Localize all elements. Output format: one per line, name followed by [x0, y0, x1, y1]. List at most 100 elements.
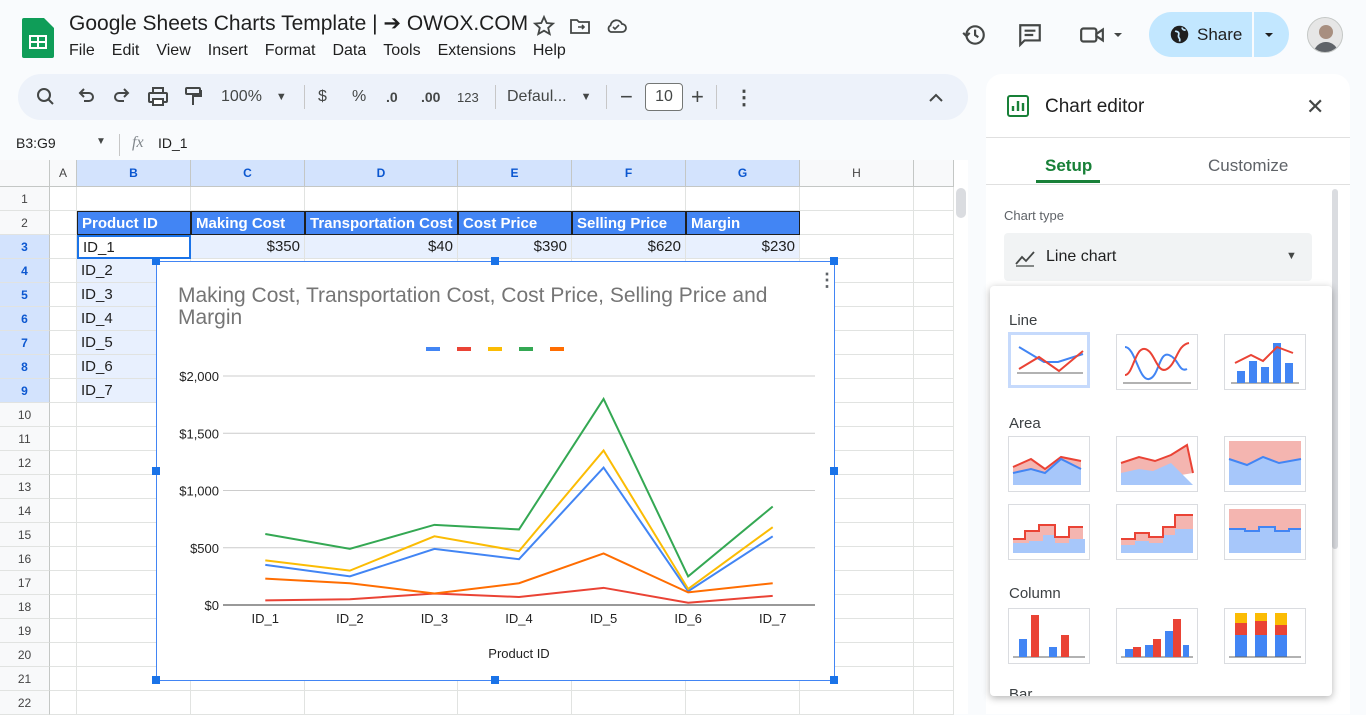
chevron-down-icon[interactable]: [1112, 29, 1124, 41]
combo-chart-option[interactable]: [1224, 334, 1306, 390]
legend-swatch[interactable]: [488, 347, 502, 351]
header-making-cost[interactable]: Making Cost: [191, 211, 305, 235]
cell-e3[interactable]: $390: [458, 235, 572, 259]
resize-handle[interactable]: [830, 467, 838, 475]
sheets-logo-icon[interactable]: [22, 18, 54, 58]
column-header-g[interactable]: G: [686, 160, 800, 187]
column-chart-option[interactable]: [1008, 608, 1090, 664]
row-header-1[interactable]: 1: [0, 187, 50, 211]
header-product-id[interactable]: Product ID: [77, 211, 191, 235]
line-chart-option[interactable]: [1008, 332, 1090, 388]
resize-handle[interactable]: [491, 257, 499, 265]
redo-icon[interactable]: [113, 74, 131, 120]
cloud-status-icon[interactable]: [604, 14, 628, 38]
menu-format[interactable]: Format: [265, 42, 316, 60]
cell-b3[interactable]: ID_1: [77, 235, 191, 259]
menu-extensions[interactable]: Extensions: [438, 42, 516, 60]
number-format-button[interactable]: 123: [457, 74, 479, 120]
row-header-21[interactable]: 21: [0, 667, 50, 691]
column-header-a[interactable]: A: [50, 160, 77, 187]
menu-data[interactable]: Data: [332, 42, 366, 60]
search-menus-icon[interactable]: [36, 74, 56, 120]
menu-edit[interactable]: Edit: [112, 42, 140, 60]
full-stepped-area-option[interactable]: [1224, 504, 1306, 560]
increase-decimal-button[interactable]: .00: [421, 74, 440, 120]
column-header-h[interactable]: H: [800, 160, 914, 187]
row-header-17[interactable]: 17: [0, 571, 50, 595]
close-icon[interactable]: ✕: [1306, 94, 1324, 120]
cell-b8[interactable]: ID_6: [77, 355, 157, 379]
row-header-8[interactable]: 8: [0, 355, 50, 379]
tab-customize[interactable]: Customize: [1208, 156, 1288, 176]
area-chart-option[interactable]: [1008, 436, 1090, 492]
resize-handle[interactable]: [152, 676, 160, 684]
increase-font-size-icon[interactable]: +: [691, 74, 704, 120]
series-line-2[interactable]: [265, 586, 773, 604]
print-icon[interactable]: [147, 74, 169, 120]
zoom-select[interactable]: 100% ▼: [221, 74, 287, 120]
more-options-icon[interactable]: ⋮: [734, 74, 754, 120]
cell-d3[interactable]: $40: [305, 235, 458, 259]
font-select[interactable]: Defaul... ▼: [507, 74, 591, 120]
decrease-decimal-button[interactable]: .0: [386, 74, 398, 120]
menu-help[interactable]: Help: [533, 42, 566, 60]
row-header-7[interactable]: 7: [0, 331, 50, 355]
row-header-9[interactable]: 9: [0, 379, 50, 403]
row-header-16[interactable]: 16: [0, 547, 50, 571]
full-stacked-column-option[interactable]: [1224, 608, 1306, 664]
paint-format-icon[interactable]: [183, 74, 203, 120]
row-header-13[interactable]: 13: [0, 475, 50, 499]
row-header-15[interactable]: 15: [0, 523, 50, 547]
cell-b6[interactable]: ID_4: [77, 307, 157, 331]
percent-format-button[interactable]: %: [352, 74, 366, 120]
move-folder-icon[interactable]: [568, 14, 592, 38]
row-header-18[interactable]: 18: [0, 595, 50, 619]
meet-video-icon[interactable]: [1079, 22, 1105, 48]
chart-container[interactable]: Making Cost, Transportation Cost, Cost P…: [152, 257, 838, 684]
header-selling-price[interactable]: Selling Price: [572, 211, 686, 235]
font-size-input[interactable]: 10: [645, 83, 683, 111]
row-header-3[interactable]: 3: [0, 235, 50, 259]
column-header-c[interactable]: C: [191, 160, 305, 187]
row-header-4[interactable]: 4: [0, 259, 50, 283]
collapse-toolbar-icon[interactable]: [928, 74, 944, 120]
cell-b9[interactable]: ID_7: [77, 379, 157, 403]
decrease-font-size-icon[interactable]: −: [620, 74, 633, 120]
name-box[interactable]: B3:G9: [16, 135, 56, 151]
cell-g3[interactable]: $230: [686, 235, 800, 259]
stepped-area-option[interactable]: [1008, 504, 1090, 560]
share-button[interactable]: Share: [1149, 12, 1289, 57]
document-title[interactable]: Google Sheets Charts Template | ➔ OWOX.C…: [69, 11, 528, 36]
legend-swatch[interactable]: [426, 347, 440, 351]
resize-handle[interactable]: [491, 676, 499, 684]
header-margin[interactable]: Margin: [686, 211, 800, 235]
menu-file[interactable]: File: [69, 42, 95, 60]
column-header-f[interactable]: F: [572, 160, 686, 187]
column-header-e[interactable]: E: [458, 160, 572, 187]
chart-menu-icon[interactable]: ⋮: [818, 270, 836, 290]
cell-b7[interactable]: ID_5: [77, 331, 157, 355]
row-header-2[interactable]: 2: [0, 211, 50, 235]
legend-swatch[interactable]: [519, 347, 533, 351]
star-icon[interactable]: [532, 14, 556, 38]
stacked-area-chart-option[interactable]: [1116, 436, 1198, 492]
full-stacked-area-option[interactable]: [1224, 436, 1306, 492]
vertical-scrollbar[interactable]: [956, 188, 966, 218]
resize-handle[interactable]: [152, 257, 160, 265]
row-header-6[interactable]: 6: [0, 307, 50, 331]
stacked-column-option[interactable]: [1116, 608, 1198, 664]
chart-type-select[interactable]: Line chart ▼: [1004, 233, 1312, 281]
stacked-stepped-area-option[interactable]: [1116, 504, 1198, 560]
avatar[interactable]: [1307, 17, 1343, 53]
row-header-11[interactable]: 11: [0, 427, 50, 451]
comments-icon[interactable]: [1017, 22, 1043, 48]
undo-icon[interactable]: [77, 74, 95, 120]
row-header-19[interactable]: 19: [0, 619, 50, 643]
cell-b5[interactable]: ID_3: [77, 283, 157, 307]
name-box-chevron-icon[interactable]: ▼: [96, 136, 106, 147]
legend-swatch[interactable]: [550, 347, 564, 351]
menu-tools[interactable]: Tools: [383, 42, 420, 60]
row-header-22[interactable]: 22: [0, 691, 50, 715]
header-transportation-cost[interactable]: Transportation Cost: [305, 211, 458, 235]
menu-view[interactable]: View: [156, 42, 190, 60]
